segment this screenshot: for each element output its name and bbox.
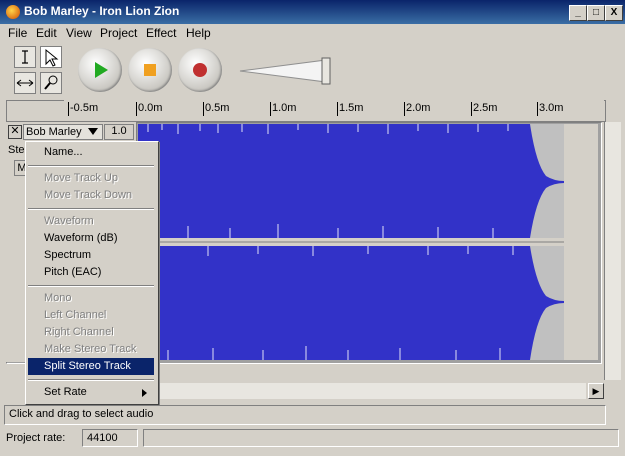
record-icon [193,63,207,77]
selection-tool[interactable] [14,46,36,68]
menu-item-right-channel: Right Channel [44,326,114,338]
ruler-tick: 0.5m [203,102,230,116]
envelope-tool[interactable] [40,46,62,68]
menu-separator [28,165,154,167]
status-text: Click and drag to select audio [9,408,154,420]
menu-file[interactable]: File [8,26,27,40]
menu-separator [28,208,154,210]
vertical-scrollbar[interactable] [604,122,621,380]
ruler-tick: 1.0m [270,102,297,116]
menu-view[interactable]: View [66,26,92,40]
toolbar [2,42,623,100]
stop-button[interactable] [128,48,172,92]
menu-separator [28,285,154,287]
record-button[interactable] [178,48,222,92]
stop-icon [144,64,156,76]
track-gain: 1.0 [104,124,134,140]
project-rate-bar: Project rate: 44100 [4,428,621,448]
window-title: Bob Marley - Iron Lion Zion [24,4,180,18]
ruler-tick: -0.5m [68,102,99,116]
ruler-labels: -0.5m 0.0m 0.5m 1.0m 1.5m 2.0m 2.5m 3.0m [64,100,604,120]
maximize-button[interactable]: □ [587,5,605,21]
menu-item-move-up: Move Track Up [44,172,118,184]
menu-item-waveform-db[interactable]: Waveform (dB) [28,230,154,247]
menu-help[interactable]: Help [186,26,211,40]
close-button[interactable]: X [605,5,623,21]
cursor-arrow-icon [45,48,59,67]
minimize-button[interactable]: _ [569,5,587,21]
project-rate-value: 44100 [87,432,118,444]
menu-item-left-channel: Left Channel [44,309,107,321]
waveform[interactable] [138,124,598,360]
play-button[interactable] [78,48,122,92]
menu-item-move-down: Move Track Down [44,189,133,201]
title-bar: Bob Marley - Iron Lion Zion _ □ X [0,0,625,24]
scroll-track[interactable] [146,383,586,399]
menu-project[interactable]: Project [100,26,137,40]
status-bar: Click and drag to select audio [4,405,606,425]
volume-slider[interactable] [238,56,334,86]
ruler-tick: 2.5m [471,102,498,116]
submenu-arrow-icon [142,389,147,397]
zoom-tool[interactable] [40,72,62,94]
track-context-menu: Name... Move Track Up Move Track Down Wa… [25,141,159,405]
status-field [143,429,619,447]
menu-item-name[interactable]: Name... [28,144,154,161]
scroll-right-button[interactable]: ▶ [588,383,604,399]
menu-item-mono: Mono [44,292,72,304]
ruler-tick: 0.0m [136,102,163,116]
ibeam-icon [22,50,28,64]
menu-separator [28,379,154,381]
menu-item-split-stereo[interactable]: Split Stereo Track [28,358,154,375]
project-rate-field[interactable]: 44100 [82,429,138,447]
track-close-button[interactable]: ✕ [8,125,22,139]
double-arrow-icon [16,79,34,87]
track-name: Bob Marley [26,126,82,138]
menu-item-pitch[interactable]: Pitch (EAC) [28,264,154,281]
menu-item-spectrum[interactable]: Spectrum [28,247,154,264]
project-rate-label: Project rate: [6,432,66,444]
track-stereo-label: Ste [8,144,25,156]
ruler-tick: 2.0m [404,102,431,116]
app-icon [6,5,20,19]
menu-bar: File Edit View Project Effect Help [0,24,625,42]
menu-item-set-rate[interactable]: Set Rate [28,384,154,401]
menu-item-waveform: Waveform [44,215,94,227]
dropdown-arrow-icon [88,128,98,135]
ruler-tick: 1.5m [337,102,364,116]
menu-effect[interactable]: Effect [146,26,176,40]
magnifier-icon [44,75,58,90]
ruler-tick: 3.0m [537,102,564,116]
menu-edit[interactable]: Edit [36,26,57,40]
time-shift-tool[interactable] [14,72,36,94]
track-name-dropdown[interactable]: Bob Marley [23,124,103,140]
play-icon [95,62,108,78]
menu-item-make-stereo: Make Stereo Track [44,343,137,355]
